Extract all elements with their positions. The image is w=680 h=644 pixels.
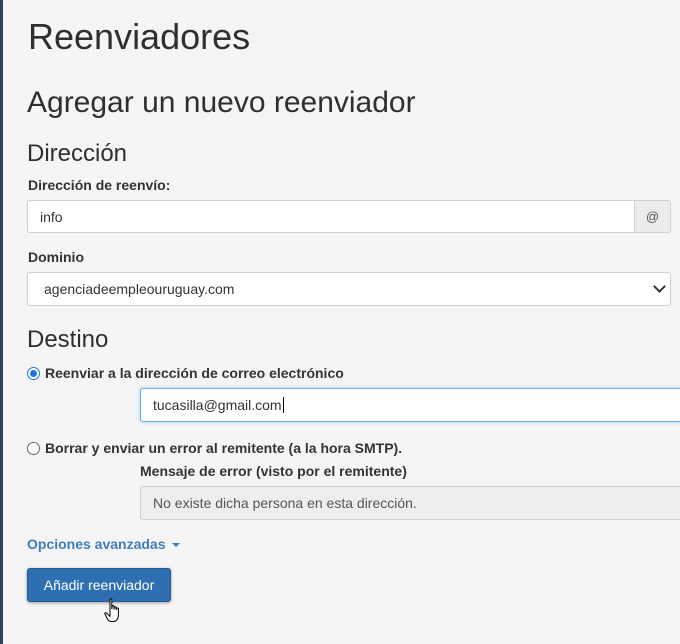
error-message-value: No existe dicha persona en esta direcció…: [153, 495, 417, 511]
caret-down-icon: [171, 543, 180, 547]
destination-heading: Destino: [27, 326, 109, 353]
error-message-input: No existe dicha persona en esta direcció…: [140, 486, 680, 520]
add-forwarder-button[interactable]: Añadir reenviador: [27, 568, 171, 602]
forward-to-email-option[interactable]: Reenviar a la dirección de correo electr…: [27, 365, 344, 381]
forward-address-group: @: [27, 200, 671, 233]
fail-with-error-label: Borrar y enviar un error al remitente (a…: [45, 440, 403, 456]
fail-with-error-radio[interactable]: [27, 441, 40, 455]
destination-email-value: tucasilla@gmail.com: [153, 397, 282, 413]
hand-pointer-icon: [104, 598, 119, 622]
forward-to-email-radio[interactable]: [27, 366, 40, 380]
left-rail: [0, 0, 3, 644]
domain-select[interactable]: agenciadeempleouruguay.com: [27, 272, 671, 306]
fail-with-error-option[interactable]: Borrar y enviar un error al remitente (a…: [27, 440, 402, 456]
at-addon: @: [634, 200, 671, 233]
domain-selected-value: agenciadeempleouruguay.com: [44, 281, 235, 297]
error-message-label: Mensaje de error (visto por el remitente…: [140, 463, 407, 479]
forward-to-email-label: Reenviar a la dirección de correo electr…: [45, 365, 344, 381]
text-caret: [282, 397, 284, 413]
advanced-options-label: Opciones avanzadas: [27, 536, 166, 552]
section-title: Agregar un nuevo reenviador: [27, 86, 416, 119]
domain-label: Dominio: [28, 249, 84, 265]
destination-email-input[interactable]: tucasilla@gmail.com: [140, 388, 680, 422]
address-heading: Dirección: [27, 140, 128, 167]
advanced-options-link[interactable]: Opciones avanzadas: [27, 536, 180, 552]
forward-address-label: Dirección de reenvío:: [28, 177, 171, 193]
page-title: Reenviadores: [28, 16, 251, 57]
forward-address-input[interactable]: [27, 200, 634, 233]
chevron-down-icon: [653, 280, 666, 293]
